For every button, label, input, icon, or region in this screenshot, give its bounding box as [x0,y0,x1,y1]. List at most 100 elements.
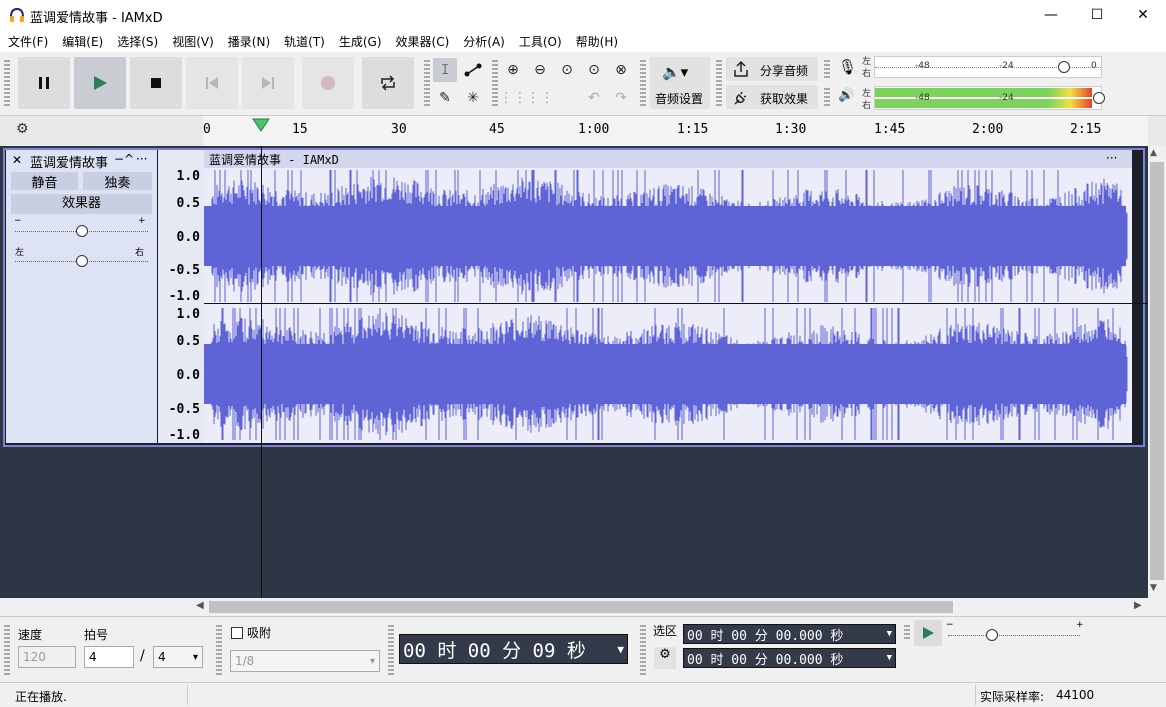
snap-dropdown[interactable]: 1/8 ▾ [230,650,380,672]
menu-select[interactable]: 选择(S) [117,33,158,50]
time-signature-numerator[interactable]: 4 [84,646,134,668]
playback-speed-slider[interactable] [948,635,1080,636]
trim-button[interactable]: ⋮⋮ [499,86,527,110]
toolbar-grip[interactable] [4,60,10,108]
menu-tracks[interactable]: 轨道(T) [284,33,325,50]
minimize-button[interactable]: — [1028,0,1074,30]
playback-meter[interactable]: -48 -24 [874,86,1105,110]
menu-generate[interactable]: 生成(G) [339,33,382,50]
microphone-icon[interactable]: 🎙 [838,58,857,76]
track-name-menu[interactable]: 蓝调爱情故事 [30,152,108,171]
audio-setup-button[interactable]: 🔈▾ 音频设置 [650,57,710,109]
record-gain-knob[interactable] [1058,61,1070,73]
track-control-panel[interactable]: ✕ 蓝调爱情故事 −^ ··· 静音 独奏 效果器 − + 左 右 [6,150,157,443]
fit-project-button[interactable]: ⊙ [582,58,606,82]
scroll-down-icon[interactable]: ▼ [1150,583,1157,593]
close-button[interactable]: ✕ [1120,0,1166,30]
zoom-toggle-button[interactable]: ⊗ [609,58,633,82]
toolbar-grip[interactable] [640,60,646,108]
menu-analyze[interactable]: 分析(A) [463,33,505,50]
toolbar-grip[interactable] [424,60,430,108]
toolbar-grip[interactable] [640,625,646,675]
gain-slider-knob[interactable] [75,225,88,237]
meter-mark: -48 [915,61,930,71]
undo-button[interactable]: ↶ [582,86,606,110]
toolbar-grip[interactable] [904,625,910,641]
ruler-tick-label: 45 [489,122,505,137]
pause-button[interactable] [18,57,70,109]
effects-button[interactable]: 效果器 [11,194,152,214]
selection-settings-gear-icon[interactable]: ⚙ [654,647,676,669]
menu-tools[interactable]: 工具(O) [519,33,562,50]
close-track-icon[interactable]: ✕ [12,153,22,167]
toolbar-grip[interactable] [216,625,222,675]
waveform[interactable] [204,168,1132,443]
zoom-in-button[interactable]: ⊕ [501,58,525,82]
vertical-scroll-thumb[interactable] [1150,162,1164,580]
redo-button[interactable]: ↷ [609,86,633,110]
collapse-track-button[interactable]: −^ [114,152,134,166]
horizontal-scrollbar[interactable]: ◀ ▶ [193,598,1148,616]
skip-to-end-button[interactable] [242,57,294,109]
loop-button[interactable] [362,57,414,109]
plug-icon [734,91,747,105]
playback-speed-knob[interactable] [986,629,998,641]
selection-end-field[interactable]: 00 时 00 分 00.000 秒 ▼ [683,648,896,668]
toolbar-grip[interactable] [824,60,830,80]
play-icon [94,76,107,90]
mute-button[interactable]: 静音 [11,172,78,191]
time-signature-denominator[interactable]: 4 ▾ [153,646,203,668]
scroll-up-icon[interactable]: ▲ [1150,148,1157,158]
selection-tool-button[interactable]: 𝙸 [433,58,457,82]
get-effects-button[interactable]: 获取效果 [726,85,818,109]
menu-view[interactable]: 视图(V) [172,33,214,50]
skip-to-start-button[interactable] [186,57,238,109]
get-effects-label: 获取效果 [760,92,809,106]
toolbar-grip[interactable] [4,625,10,675]
envelope-tool-button[interactable] [461,58,485,82]
toolbar-grip[interactable] [716,60,722,108]
play-head-marker-icon[interactable] [252,118,270,132]
menu-help[interactable]: 帮助(H) [576,33,618,50]
clip-header[interactable] [204,150,1132,168]
fit-selection-button[interactable]: ⊙ [555,58,579,82]
sample-rate-label: 实际采样率: [980,690,1045,704]
menu-edit[interactable]: 编辑(E) [62,33,103,50]
horizontal-scroll-thumb[interactable] [209,601,953,613]
track-more-button[interactable]: ··· [136,152,147,166]
timeline-settings-gear-icon[interactable]: ⚙ [16,121,29,137]
record-button[interactable] [302,57,354,109]
menu-file[interactable]: 文件(F) [8,33,48,50]
multi-tool-button[interactable]: ✳ [461,86,485,110]
solo-button[interactable]: 独奏 [83,172,152,191]
pan-slider-knob[interactable] [75,255,88,267]
scroll-right-icon[interactable]: ▶ [1134,600,1142,611]
silence-button[interactable]: ⋮⋮ [526,86,554,110]
scroll-left-icon[interactable]: ◀ [196,600,204,611]
toolbar-grip[interactable] [492,60,498,108]
record-meter[interactable]: -48 -24 0 [874,56,1102,78]
play-at-speed-button[interactable] [914,620,942,646]
playback-gain-knob[interactable] [1093,92,1105,104]
time-display[interactable]: 00 时 00 分 09 秒 ▼ [399,634,628,664]
timeline-ruler-scale[interactable] [203,116,1148,146]
snap-checkbox[interactable] [231,627,243,639]
draw-tool-button[interactable]: ✎ [433,86,457,110]
toolbar-grip[interactable] [824,88,830,108]
clip-title[interactable]: 蓝调爱情故事 - IAMxD [209,151,339,168]
toolbar-grip[interactable] [388,625,394,675]
play-button[interactable] [74,57,126,109]
stop-button[interactable] [130,57,182,109]
menu-transport[interactable]: 播录(N) [228,33,270,50]
share-audio-button[interactable]: 分享音频 [726,57,818,81]
audio-clip[interactable]: 蓝调爱情故事 - IAMxD ··· [204,150,1132,443]
zoom-out-button[interactable]: ⊖ [528,58,552,82]
menu-effect[interactable]: 效果器(C) [396,33,450,50]
amplitude-label: 0.5 [176,334,200,349]
selection-start-field[interactable]: 00 时 00 分 00.000 秒 ▼ [683,624,896,644]
vertical-scrollbar[interactable]: ▲ ▼ [1148,146,1166,598]
tempo-field[interactable]: 120 [18,646,76,668]
speaker-icon[interactable]: 🔊 [838,88,854,103]
maximize-button[interactable]: ☐ [1074,0,1120,30]
clip-more-button[interactable]: ··· [1106,151,1117,165]
